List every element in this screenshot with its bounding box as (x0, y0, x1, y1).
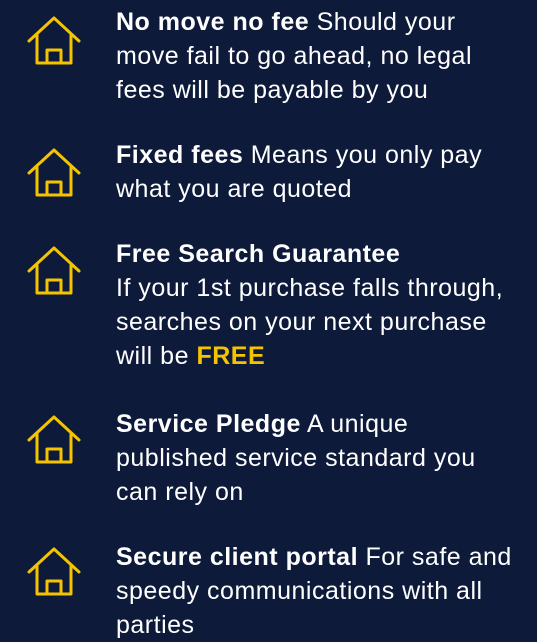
house-icon (24, 409, 84, 469)
free-highlight: FREE (196, 342, 266, 370)
feature-title: Free Search Guarantee (116, 240, 401, 268)
house-icon (24, 142, 84, 202)
house-icon (24, 10, 84, 70)
feature-title: Fixed fees (116, 141, 244, 169)
feature-text: Service Pledge A unique published servic… (116, 407, 521, 509)
house-icon (24, 541, 84, 601)
feature-text: No move no fee Should your move fail to … (116, 5, 521, 107)
feature-text: Fixed fees Means you only pay what you a… (116, 138, 521, 206)
features-panel: No move no fee Should your move fail to … (0, 0, 537, 641)
feature-text: Secure client portal For safe and speedy… (116, 540, 521, 642)
feature-title: Secure client portal (116, 543, 359, 571)
feature-description: If your 1st purchase falls through, sear… (116, 274, 504, 370)
feature-text: Free Search Guarantee If your 1st purcha… (116, 237, 521, 373)
feature-title: Service Pledge (116, 410, 301, 438)
house-icon (24, 240, 84, 300)
feature-title: No move no fee (116, 8, 310, 36)
